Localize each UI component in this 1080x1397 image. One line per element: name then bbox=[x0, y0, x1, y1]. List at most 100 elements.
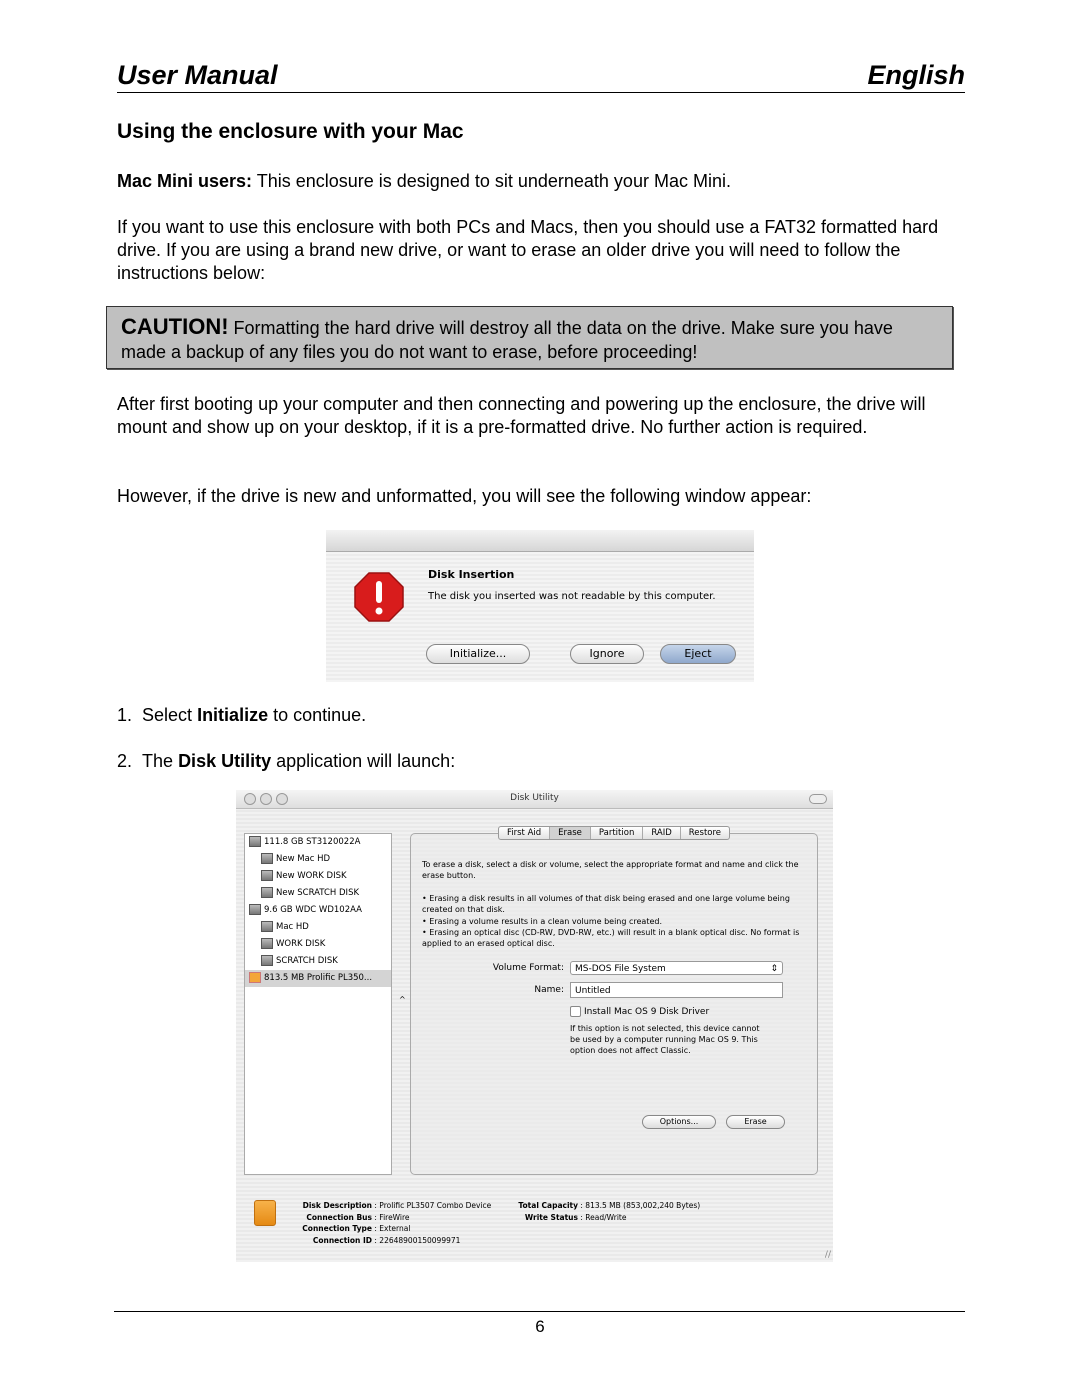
boot-paragraph: After first booting up your computer and… bbox=[117, 394, 926, 437]
tab-erase[interactable]: Erase bbox=[550, 827, 591, 839]
disk-utility-window: Disk Utility 111.8 GB ST3120022A New Mac… bbox=[236, 790, 833, 1262]
info-value: External bbox=[379, 1224, 411, 1233]
step-text: to continue. bbox=[268, 705, 367, 725]
window-titlebar: Disk Utility bbox=[236, 790, 833, 809]
step-text: Select bbox=[142, 705, 198, 725]
disk-label: New SCRATCH DISK bbox=[276, 888, 360, 898]
info-label: Disk Description bbox=[302, 1201, 372, 1210]
caution-text: Formatting the hard drive will destroy a… bbox=[121, 318, 893, 362]
disk-list: 111.8 GB ST3120022A New Mac HD New WORK … bbox=[244, 833, 392, 1175]
volume-format-select[interactable]: MS-DOS File System ⇕ bbox=[570, 961, 783, 975]
page-header: User Manual English bbox=[117, 58, 965, 93]
volume-icon bbox=[261, 853, 273, 864]
initialize-button[interactable]: Initialize... bbox=[426, 644, 530, 664]
step-text: The bbox=[142, 751, 179, 771]
name-input[interactable]: Untitled bbox=[570, 982, 783, 998]
disk-label: 9.6 GB WDC WD102AA bbox=[264, 905, 362, 915]
disk-label: New Mac HD bbox=[276, 854, 331, 864]
volume-item[interactable]: Mac HD bbox=[245, 919, 391, 936]
fat32-paragraph: If you want to use this enclosure with b… bbox=[117, 217, 939, 283]
checkbox-label: Install Mac OS 9 Disk Driver bbox=[584, 1007, 710, 1017]
step-number: 2. bbox=[117, 751, 133, 771]
window-title: Disk Utility bbox=[510, 793, 559, 803]
info-value: Prolific PL3507 Combo Device bbox=[379, 1201, 492, 1210]
mac-mini-paragraph: Mac Mini users: This enclosure is design… bbox=[117, 170, 967, 193]
info-value: Read/Write bbox=[585, 1212, 627, 1222]
info-label: Write Status bbox=[524, 1212, 578, 1222]
volume-item[interactable]: WORK DISK bbox=[245, 936, 391, 953]
step-number: 1. bbox=[117, 705, 133, 725]
header-title: User Manual bbox=[117, 60, 278, 90]
volume-icon bbox=[261, 921, 273, 932]
caution-label: CAUTION! bbox=[121, 314, 229, 339]
volume-icon bbox=[261, 870, 273, 881]
disk-insertion-dialog: Disk Insertion The disk you inserted was… bbox=[326, 530, 754, 682]
ignore-button[interactable]: Ignore bbox=[570, 644, 644, 664]
name-label: Name: bbox=[534, 985, 564, 995]
disk-info: Disk Description : Prolific PL3507 Combo… bbox=[288, 1200, 491, 1246]
para-bold: Mac Mini users: bbox=[117, 171, 253, 191]
disk-item-selected[interactable]: 813.5 MB Prolific PL350... bbox=[245, 970, 391, 987]
para-text: This enclosure is designed to sit undern… bbox=[252, 171, 731, 191]
toolbar-toggle-button[interactable] bbox=[809, 794, 827, 804]
step-2: 2. The Disk Utility application will lau… bbox=[117, 751, 455, 772]
unformatted-paragraph: However, if the drive is new and unforma… bbox=[117, 486, 812, 506]
disk-label: WORK DISK bbox=[276, 939, 326, 949]
dialog-title: Disk Insertion bbox=[428, 568, 515, 581]
disk-item[interactable]: 9.6 GB WDC WD102AA bbox=[245, 902, 391, 919]
info-value: 22648900150099971 bbox=[379, 1235, 461, 1245]
step-text: application will launch: bbox=[271, 751, 456, 771]
volume-icon bbox=[261, 938, 273, 949]
disk-item[interactable]: 111.8 GB ST3120022A bbox=[245, 834, 391, 851]
footer-rule bbox=[114, 1311, 965, 1312]
erase-intro: To erase a disk, select a disk or volume… bbox=[422, 860, 799, 880]
resize-grip-icon[interactable]: // bbox=[825, 1250, 831, 1260]
disk-label: SCRATCH DISK bbox=[276, 956, 338, 966]
splitter-handle[interactable]: ^ bbox=[399, 995, 406, 1004]
hard-disk-icon bbox=[249, 836, 261, 847]
header-language: English bbox=[867, 60, 965, 90]
volume-format-label: Volume Format: bbox=[492, 963, 564, 973]
dialog-titlebar bbox=[326, 530, 754, 552]
tab-partition[interactable]: Partition bbox=[591, 827, 644, 839]
tab-raid[interactable]: RAID bbox=[643, 827, 681, 839]
options-button[interactable]: Options... bbox=[642, 1115, 716, 1129]
erase-button[interactable]: Erase bbox=[726, 1115, 785, 1129]
hard-disk-icon bbox=[249, 904, 261, 915]
step-1: 1. Select Initialize to continue. bbox=[117, 705, 366, 726]
stop-icon bbox=[354, 572, 404, 622]
volume-format-value: MS-DOS File System bbox=[575, 964, 666, 974]
info-label: Connection ID bbox=[312, 1235, 372, 1245]
volume-icon bbox=[261, 887, 273, 898]
tab-bar: First Aid Erase Partition RAID Restore bbox=[498, 826, 731, 840]
info-label: Total Capacity bbox=[518, 1201, 578, 1210]
erase-bullet: • Erasing an optical disc (CD-RW, DVD-RW… bbox=[422, 928, 800, 948]
erase-bullet: • Erasing a disk results in all volumes … bbox=[422, 894, 790, 914]
info-label: Connection Type bbox=[302, 1224, 372, 1233]
erase-bullet: • Erasing a volume results in a clean vo… bbox=[422, 917, 663, 926]
info-value: FireWire bbox=[379, 1212, 410, 1222]
disk-label: 813.5 MB Prolific PL350... bbox=[264, 973, 373, 983]
disk-label: Mac HD bbox=[276, 922, 309, 932]
section-title: Using the enclosure with your Mac bbox=[117, 120, 464, 143]
page-number: 6 bbox=[535, 1317, 545, 1336]
dialog-message: The disk you inserted was not readable b… bbox=[428, 591, 716, 602]
os9-driver-checkbox[interactable]: Install Mac OS 9 Disk Driver bbox=[570, 1006, 709, 1017]
volume-icon bbox=[261, 955, 273, 966]
volume-item[interactable]: New Mac HD bbox=[245, 851, 391, 868]
volume-item[interactable]: New WORK DISK bbox=[245, 868, 391, 885]
disk-label: New WORK DISK bbox=[276, 871, 347, 881]
firewire-drive-icon bbox=[254, 1200, 276, 1226]
checkbox-icon[interactable] bbox=[570, 1006, 581, 1017]
updown-arrows-icon: ⇕ bbox=[770, 964, 778, 974]
tab-restore[interactable]: Restore bbox=[681, 827, 729, 839]
volume-item[interactable]: New SCRATCH DISK bbox=[245, 885, 391, 902]
step-bold: Disk Utility bbox=[178, 751, 272, 771]
firewire-disk-icon bbox=[249, 972, 261, 983]
info-label: Connection Bus bbox=[306, 1212, 372, 1222]
disk-label: 111.8 GB ST3120022A bbox=[264, 837, 361, 847]
step-bold: Initialize bbox=[197, 705, 269, 725]
eject-button[interactable]: Eject bbox=[660, 644, 736, 664]
volume-item[interactable]: SCRATCH DISK bbox=[245, 953, 391, 970]
tab-first-aid[interactable]: First Aid bbox=[499, 827, 551, 839]
